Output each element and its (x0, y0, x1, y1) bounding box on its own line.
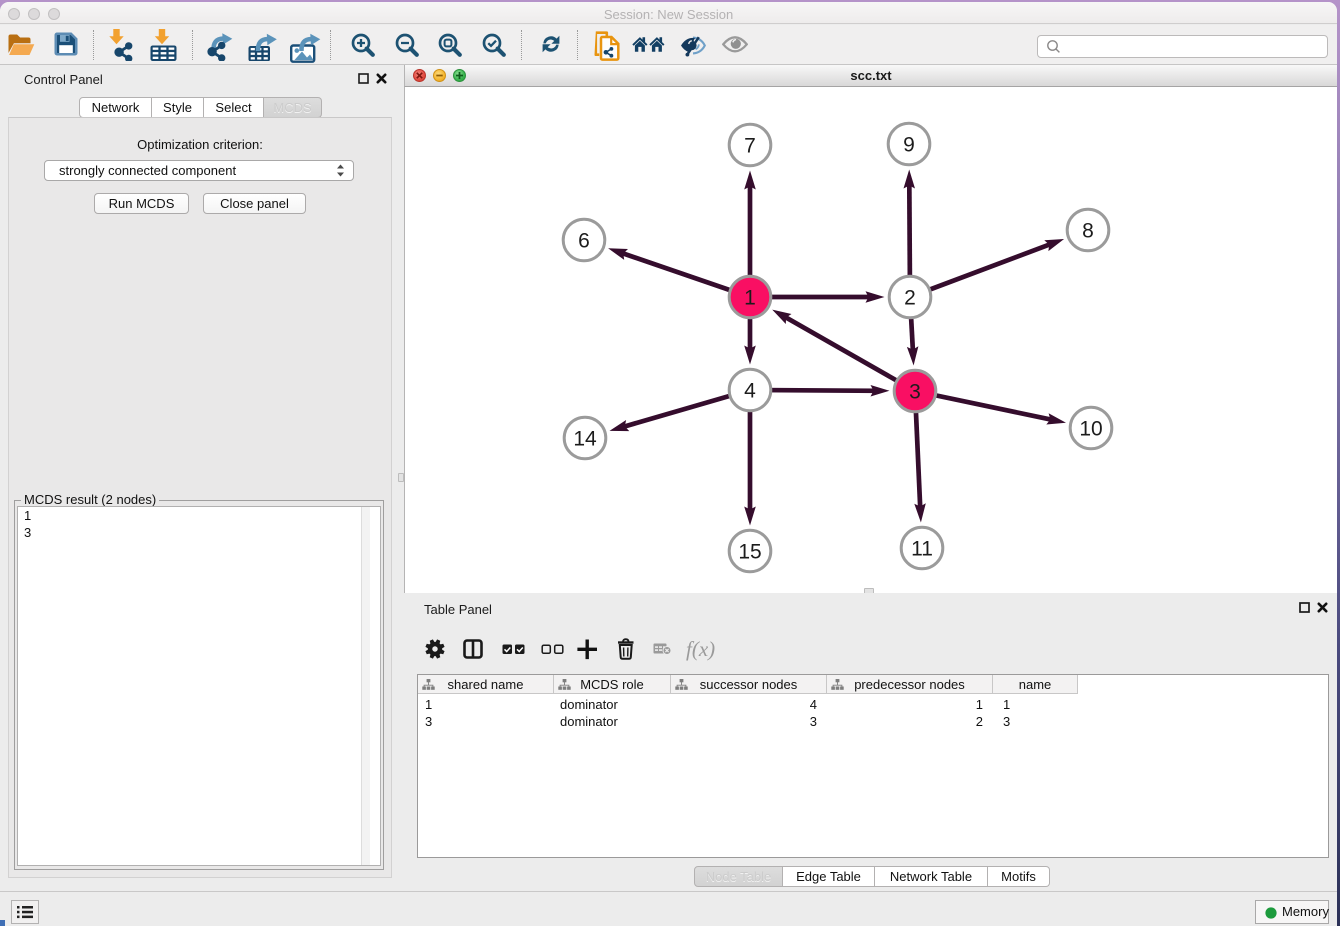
svg-text:7: 7 (744, 135, 756, 158)
svg-text:6: 6 (578, 230, 590, 253)
svg-text:3: 3 (909, 381, 921, 404)
svg-text:2: 2 (904, 287, 916, 310)
svg-text:4: 4 (744, 380, 756, 403)
svg-text:11: 11 (911, 538, 933, 561)
svg-text:9: 9 (903, 134, 915, 157)
svg-text:1: 1 (744, 287, 756, 310)
svg-text:15: 15 (738, 541, 761, 564)
svg-text:14: 14 (573, 428, 597, 451)
svg-text:8: 8 (1082, 220, 1094, 243)
svg-text:10: 10 (1079, 418, 1102, 441)
